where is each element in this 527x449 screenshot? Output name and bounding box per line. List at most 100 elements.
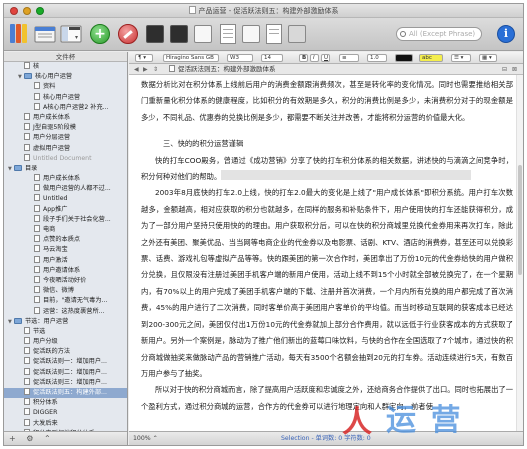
paragraph-text: 数据分析比对在积分体系上线前后用户的消费金额跟消费频次，甚至是转化率的变化情况。…: [141, 80, 513, 122]
binder-item[interactable]: 用户激活: [4, 255, 127, 266]
binder-item-label: 目录: [25, 164, 38, 172]
binder-item[interactable]: ▼ 核心用户运营: [4, 72, 127, 82]
search-icon: [400, 31, 406, 37]
add-icon[interactable]: +: [90, 24, 110, 44]
paragraph-style-select[interactable]: ¶ ▾: [135, 54, 153, 62]
watermark-text-right: 运 营: [386, 403, 463, 438]
binder-item[interactable]: 用户分级: [4, 337, 127, 347]
alignment-select[interactable]: ≡: [339, 54, 359, 62]
binder-item[interactable]: Untitled Document: [4, 153, 127, 164]
binder-item[interactable]: 促活跃法则三：增加用户...: [4, 377, 127, 388]
binder-item-label: 做用户运营的人都不过...: [43, 185, 111, 193]
list-format-select[interactable]: ☰ ▾: [451, 54, 471, 62]
document-icon: [24, 112, 30, 120]
binder-item-label: A核心用户运营2 补充...: [43, 103, 109, 111]
binder-item[interactable]: 节选: [4, 326, 127, 337]
quick-reference-icon[interactable]: [146, 25, 164, 43]
binder-item[interactable]: 促活跃法则五：构建外部...: [4, 388, 127, 399]
binder-item[interactable]: 电商: [4, 225, 127, 235]
font-family-select[interactable]: Hiragino Sans GB: [163, 54, 219, 62]
zoom-select[interactable]: 100% ⌃: [133, 432, 158, 445]
forward-arrow-icon[interactable]: ▶: [143, 64, 148, 75]
font-size-select[interactable]: 14: [261, 54, 283, 62]
page-icon[interactable]: [266, 24, 282, 44]
binder-item[interactable]: 核: [4, 62, 127, 72]
document-icon: [24, 143, 30, 151]
document-icon: [188, 6, 196, 14]
collections-icon[interactable]: [34, 24, 56, 44]
outline-icon[interactable]: [242, 25, 260, 43]
binder-item[interactable]: J型自驱5阶段模: [4, 123, 127, 133]
binder-item[interactable]: 资料: [4, 82, 127, 92]
binder-item[interactable]: 今夜晒活动好价: [4, 275, 127, 286]
binder-item[interactable]: 核心用户运营: [4, 92, 127, 103]
bold-button[interactable]: B: [299, 54, 308, 62]
keywords-icon[interactable]: [288, 25, 306, 43]
binder-item[interactable]: 用户分层运营: [4, 133, 127, 143]
back-arrow-icon[interactable]: ◀: [134, 64, 139, 75]
document-icon: [34, 204, 40, 212]
snapshot-icon[interactable]: [194, 25, 212, 43]
binder-item[interactable]: 用户成长体系: [4, 174, 127, 184]
binder-item-label: 核: [33, 63, 40, 70]
watermark-logo: 人 运 营: [342, 402, 527, 448]
binder-item[interactable]: 促活跃法则二：增加用户...: [4, 367, 127, 378]
layout-icon[interactable]: ▾: [60, 24, 82, 44]
document-icon: [34, 235, 40, 243]
underline-button[interactable]: U: [321, 54, 330, 62]
binder-item[interactable]: 促活跃的方法: [4, 347, 127, 357]
folder-icon: [14, 317, 22, 324]
chevron-up-icon[interactable]: ⌃: [44, 434, 51, 443]
document-text[interactable]: 数据分析比对在积分体系上线前后用户的消费金额跟消费频次，甚至是转化率的变化情况。…: [141, 77, 513, 415]
binder-item[interactable]: 目前，"邀请无气毒为...: [4, 296, 127, 306]
split-editor-icon[interactable]: ⊟: [502, 64, 507, 75]
table-button[interactable]: ▦ ▾: [479, 54, 497, 62]
font-weight-select[interactable]: W3: [227, 54, 253, 62]
paragraph[interactable]: 快的打车COO殿务，曾通过《成功营销》分享了快的打车积分体系的相关数据，讲述快的…: [141, 153, 513, 186]
section-heading[interactable]: 三、快的的积分运营谨辑: [141, 136, 513, 152]
search-input[interactable]: All (Except Phrase): [396, 27, 482, 41]
document-icon: [34, 306, 40, 314]
scrollbar-thumb[interactable]: [518, 165, 522, 275]
compose-icon[interactable]: [170, 25, 188, 43]
delete-icon[interactable]: [118, 24, 138, 44]
binder-item[interactable]: 段子手们关于社会化营...: [4, 214, 127, 225]
binder-item[interactable]: App推广: [4, 204, 127, 215]
redacted-block: [221, 170, 472, 181]
paragraph[interactable]: 数据分析比对在积分体系上线前后用户的消费金额跟消费频次，甚至是转化率的变化情况。…: [141, 77, 513, 126]
highlight-color-well[interactable]: abc: [419, 54, 443, 62]
binder-item-label: 今夜晒活动好价: [43, 276, 87, 284]
binder-item[interactable]: 促活跃法则一：增加用户...: [4, 357, 127, 367]
text-color-well[interactable]: [395, 54, 413, 62]
inspector-icon[interactable]: i: [497, 25, 515, 43]
editor-scrollbar[interactable]: [516, 75, 523, 431]
binder-item[interactable]: 用户邀请体系: [4, 265, 127, 276]
binder-item[interactable]: 做用户运营的人都不过...: [4, 184, 127, 194]
add-item-button[interactable]: +: [9, 434, 16, 443]
settings-icon[interactable]: ⚙: [26, 434, 33, 443]
binder-icon[interactable]: [10, 24, 28, 44]
binder-item[interactable]: 运营：这热度裹营所...: [4, 306, 127, 317]
binder-item[interactable]: ▼ 目录: [4, 164, 127, 174]
binder-item[interactable]: 积分体系: [4, 398, 127, 408]
binder-item-label: 促活跃法则一：增加用户...: [33, 358, 107, 366]
line-spacing-select[interactable]: 1.0: [367, 54, 387, 62]
paragraph[interactable]: 2003年8月底快的打车2.0上线，快的打车2.0最大的变化是上线了"用户成长体…: [141, 185, 513, 382]
binder-item[interactable]: A核心用户运营2 补充...: [4, 102, 127, 113]
binder-item[interactable]: 微信、微博: [4, 286, 127, 296]
document-icon: [24, 62, 30, 69]
binder-item[interactable]: Untitled: [4, 194, 127, 204]
corkboard-icon[interactable]: [220, 24, 236, 44]
binder-item[interactable]: DIGGER: [4, 408, 127, 418]
binder-item[interactable]: 点赞的本质点: [4, 235, 127, 245]
binder-item[interactable]: 马云淘宝: [4, 245, 127, 255]
binder-item-label: 微信、微博: [43, 287, 74, 295]
close-editor-icon[interactable]: ⊠: [512, 64, 517, 75]
binder-item[interactable]: 大发后来: [4, 418, 127, 429]
item-navigation-icon[interactable]: ⇕: [153, 64, 158, 75]
binder-item[interactable]: ▼ 节选：用户运营: [4, 317, 127, 327]
binder-item[interactable]: 用户成长体系: [4, 112, 127, 123]
text-editor[interactable]: 数据分析比对在积分体系上线前后用户的消费金额跟消费频次，甚至是转化率的变化情况。…: [129, 75, 523, 431]
binder-item[interactable]: 虚拟用户运营: [4, 143, 127, 154]
italic-button[interactable]: I: [310, 54, 319, 62]
